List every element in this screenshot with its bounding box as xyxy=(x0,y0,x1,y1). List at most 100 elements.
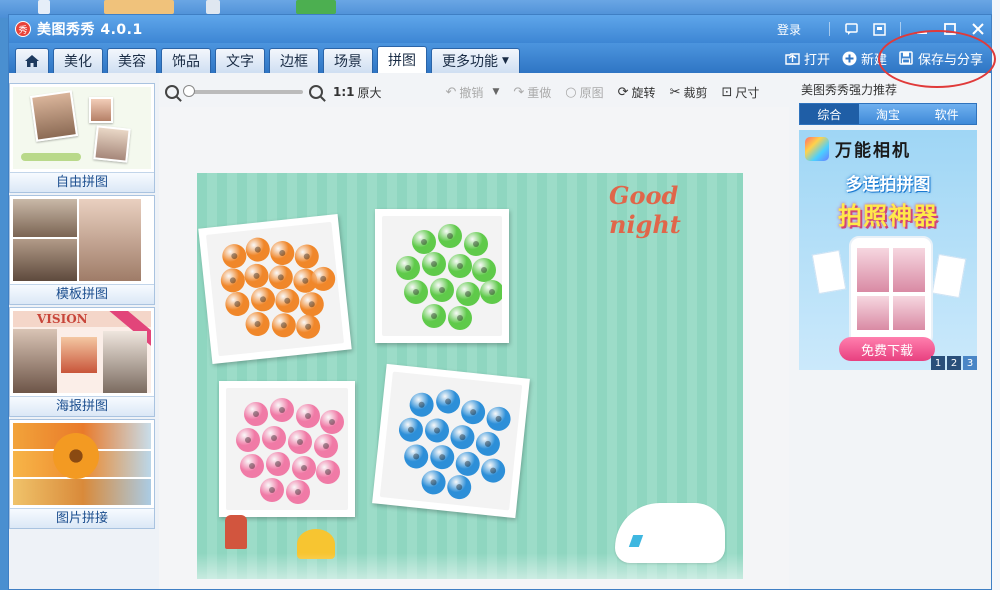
tab-text[interactable]: 文字 xyxy=(215,48,265,73)
login-link[interactable]: 登录 xyxy=(777,21,801,38)
original-button[interactable]: ○ 原图 xyxy=(565,84,603,101)
tab-taobao[interactable]: 淘宝 xyxy=(859,104,918,124)
resize-button[interactable]: ⊡ 尺寸 xyxy=(721,84,759,101)
desktop-icon[interactable] xyxy=(296,0,336,14)
desktop-icon[interactable] xyxy=(206,0,220,14)
bead xyxy=(270,312,298,339)
girl-figure xyxy=(225,515,247,549)
bead xyxy=(472,258,496,282)
collage-photo[interactable] xyxy=(198,214,352,364)
free-collage-card[interactable]: 自由拼图 xyxy=(9,83,155,193)
crop-label: 裁剪 xyxy=(683,85,708,100)
ad-page-2[interactable]: 2 xyxy=(947,356,961,370)
tab-general[interactable]: 综合 xyxy=(800,104,859,124)
poster-text: Good night xyxy=(609,181,681,239)
poster-collage-card[interactable]: VISION 海报拼图 xyxy=(9,307,155,417)
ad-banner[interactable]: 万能相机 多连拍拼图 拍照神器 免费下载 1 2 3 xyxy=(799,130,977,370)
template-collage-card[interactable]: 模板拼图 xyxy=(9,195,155,305)
ad-page-1[interactable]: 1 xyxy=(931,356,945,370)
bead xyxy=(296,404,320,428)
zoom-in-icon[interactable] xyxy=(309,85,323,99)
collage-poster[interactable]: Good night xyxy=(197,173,743,579)
tab-label: 饰品 xyxy=(172,54,200,70)
recommendation-panel: 美图秀秀强力推荐 综合 淘宝 软件 万能相机 多连拍拼图 拍照神器 免费下载 1… xyxy=(793,73,991,589)
app-title: 美图秀秀 4.0.1 xyxy=(37,22,143,38)
collage-photo[interactable] xyxy=(372,363,530,519)
open-label: 打开 xyxy=(803,52,830,68)
app-window: 秀 美图秀秀 4.0.1 登录 美化 美容 饰品 文字 边框 场景 拼图 更多功… xyxy=(8,14,992,590)
redo-button[interactable]: ↷ 重做 xyxy=(513,84,551,101)
bead xyxy=(464,232,488,256)
bead xyxy=(479,457,507,484)
tab-label: 更多功能 xyxy=(442,54,498,70)
tab-scene[interactable]: 场景 xyxy=(323,48,373,73)
tab-beautify[interactable]: 美化 xyxy=(53,48,103,73)
open-button[interactable]: 打开 xyxy=(785,49,830,68)
image-stitch-label: 图片拼接 xyxy=(10,508,154,528)
bead xyxy=(219,267,247,294)
annotation-highlight-oval xyxy=(878,30,996,88)
collage-photo[interactable] xyxy=(375,209,509,343)
ad-phone-photo xyxy=(893,248,925,292)
bead xyxy=(449,423,476,451)
bead xyxy=(298,291,325,318)
bead xyxy=(286,480,310,504)
bead xyxy=(262,426,286,450)
image-stitch-thumbnail xyxy=(13,423,151,505)
poster-collage-label: 海报拼图 xyxy=(10,396,154,416)
bead xyxy=(448,254,472,278)
image-stitch-card[interactable]: 图片拼接 xyxy=(9,419,155,529)
edit-toolbar: 1:1 原大 ↶ 撤销 ▼ ↷ 重做 ○ 原图 ⟳ 旋转 ✂ 裁剪 ⊡ 尺寸 xyxy=(165,79,785,105)
zoom-out-icon[interactable] xyxy=(165,85,179,99)
tab-accessories[interactable]: 饰品 xyxy=(161,48,211,73)
close-icon[interactable] xyxy=(971,22,985,36)
ad-page-3[interactable]: 3 xyxy=(963,356,977,370)
tab-collage[interactable]: 拼图 xyxy=(377,46,427,73)
rotate-button[interactable]: ⟳ 旋转 xyxy=(618,84,656,101)
resize-label: 尺寸 xyxy=(735,85,760,100)
undo-button[interactable]: ↶ 撤销 ▼ xyxy=(446,84,500,101)
collage-photo[interactable] xyxy=(219,381,355,517)
bead xyxy=(474,430,502,458)
poster-collage-thumbnail: VISION xyxy=(13,311,151,393)
tab-label: 场景 xyxy=(334,54,362,70)
tab-beauty[interactable]: 美容 xyxy=(107,48,157,73)
ad-phone-illustration xyxy=(849,236,933,346)
crop-button[interactable]: ✂ 裁剪 xyxy=(670,84,708,101)
ad-photo xyxy=(931,253,967,299)
app-logo-icon: 秀 xyxy=(15,21,31,37)
tab-home[interactable] xyxy=(15,48,49,73)
free-download-button[interactable]: 免费下载 xyxy=(839,337,935,361)
ad-pagination: 1 2 3 xyxy=(931,356,977,370)
desktop-icon[interactable] xyxy=(104,0,174,14)
bead xyxy=(448,306,472,330)
tab-label: 边框 xyxy=(280,54,308,70)
tab-software[interactable]: 软件 xyxy=(917,104,976,124)
bead xyxy=(236,428,260,452)
bead xyxy=(260,478,284,502)
ratio-label: 1:1 xyxy=(333,85,355,99)
ad-brand: 万能相机 xyxy=(805,136,911,161)
tab-more-features[interactable]: 更多功能 ▼ xyxy=(431,48,520,73)
actual-size-button[interactable]: 1:1 原大 xyxy=(333,84,382,101)
plus-circle-icon xyxy=(842,51,857,66)
tab-border[interactable]: 边框 xyxy=(269,48,319,73)
folder-icon xyxy=(785,51,800,66)
bead xyxy=(434,388,462,415)
bead xyxy=(320,410,344,434)
zoom-slider-knob[interactable] xyxy=(183,85,195,97)
zoom-slider[interactable] xyxy=(183,85,303,97)
skin-icon[interactable] xyxy=(872,22,886,36)
bead xyxy=(314,434,338,458)
undo-label: 撤销 xyxy=(459,85,484,100)
bead xyxy=(288,430,312,454)
template-collage-thumbnail xyxy=(13,199,151,281)
undo-dropdown-icon[interactable]: ▼ xyxy=(492,87,499,97)
desktop-icon[interactable] xyxy=(38,0,50,14)
bead xyxy=(396,256,420,280)
bead xyxy=(397,416,425,443)
bead xyxy=(412,230,436,254)
resize-icon: ⊡ xyxy=(721,84,733,100)
feedback-icon[interactable] xyxy=(844,22,858,36)
bead xyxy=(293,243,320,270)
